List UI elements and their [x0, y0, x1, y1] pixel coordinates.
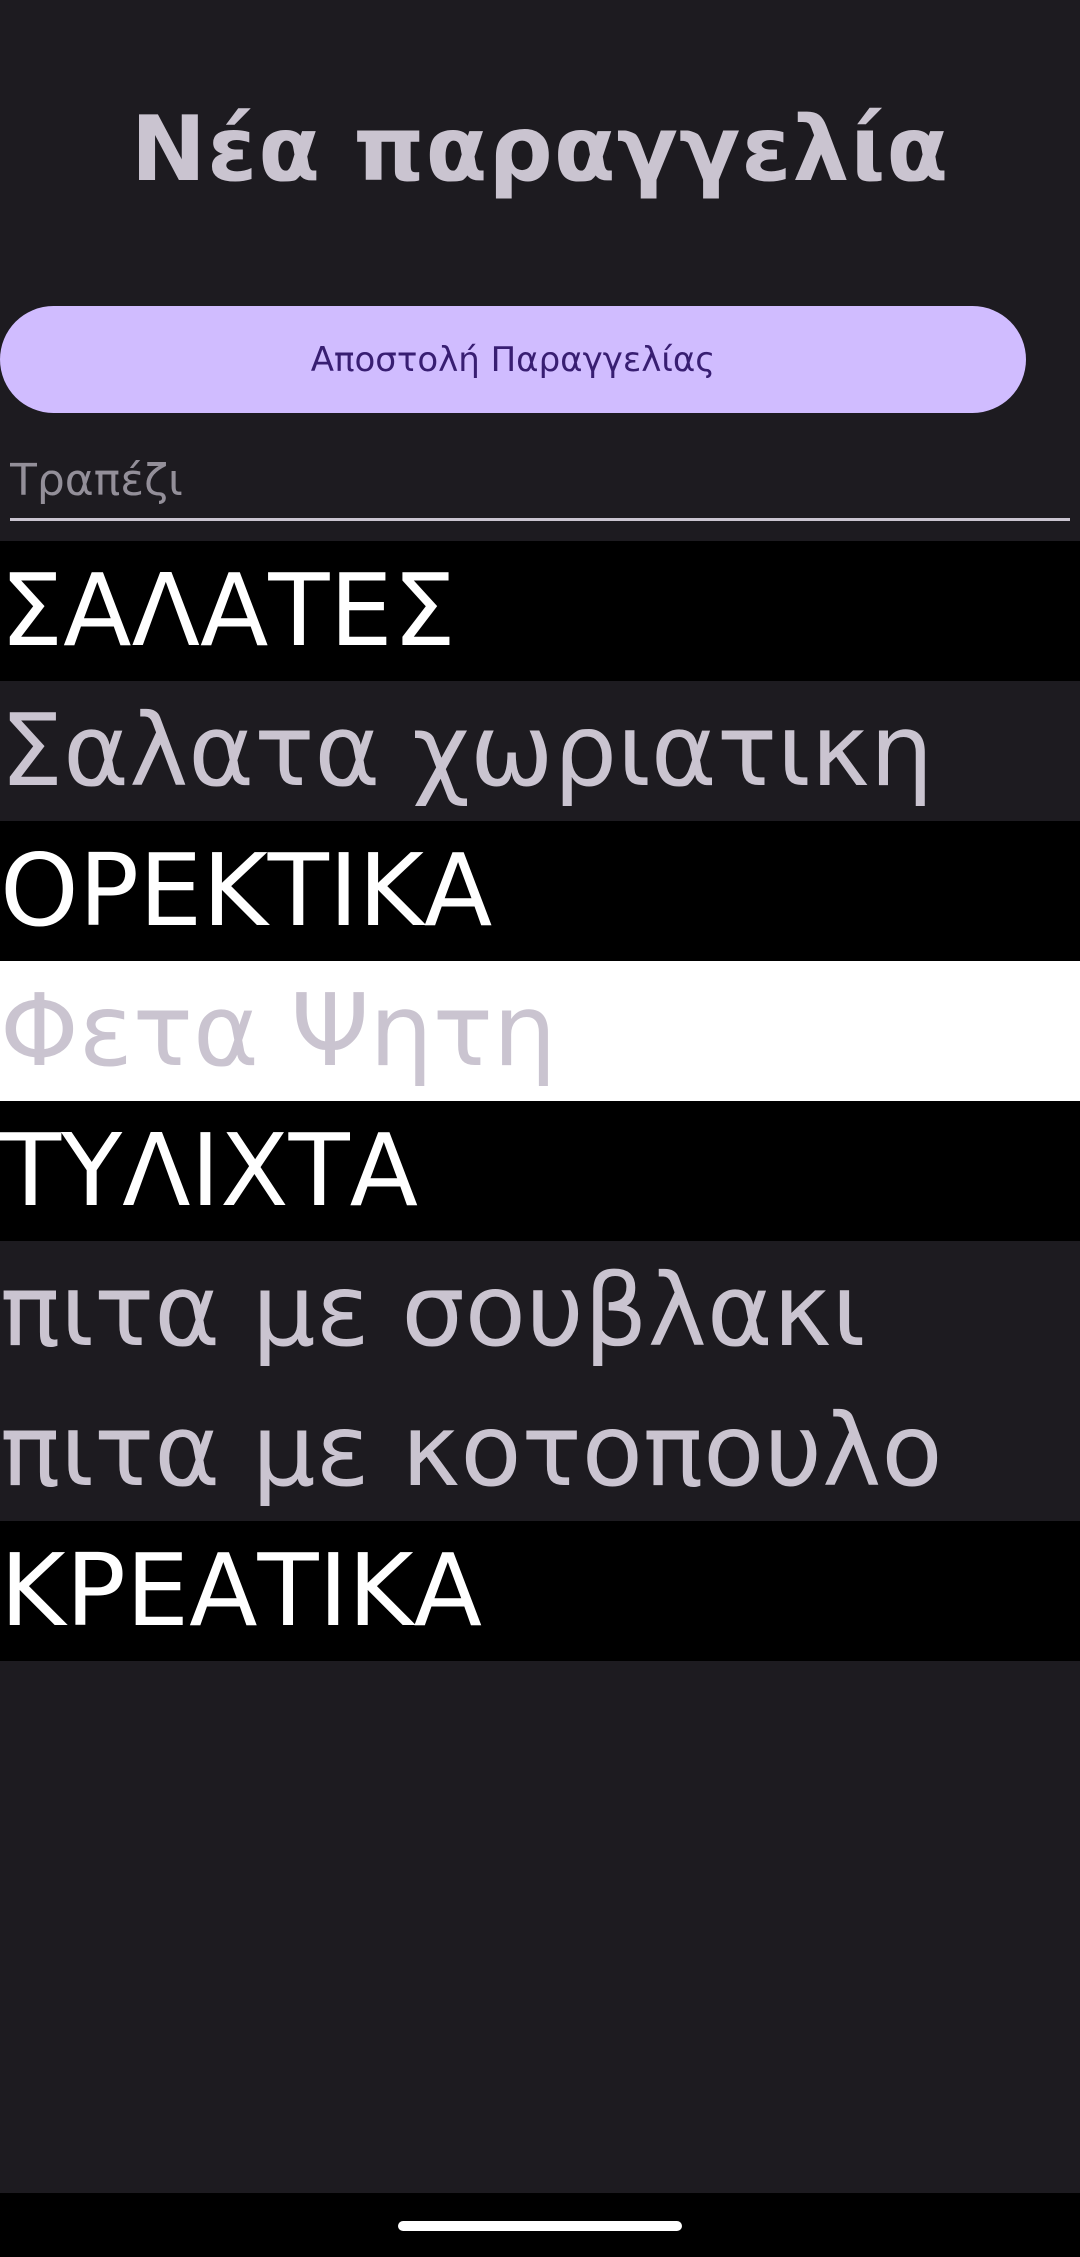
menu-item-greek-salad[interactable]: Σαλατα χωριατικη	[0, 681, 1080, 821]
category-header-wraps: ΤΥΛΙΧΤΑ	[0, 1101, 1080, 1241]
table-field	[10, 448, 1070, 521]
category-header-meats: ΚΡΕΑΤΙΚΑ	[0, 1521, 1080, 1661]
menu-item-grilled-feta[interactable]: Φετα Ψητη	[0, 961, 1080, 1101]
page-title: Νέα παραγγελία	[130, 97, 950, 202]
menu-item-pita-chicken[interactable]: πιτα με κοτοπουλο	[0, 1381, 1080, 1521]
category-header-appetizers: ΟΡΕΚΤΙΚΑ	[0, 821, 1080, 961]
table-input[interactable]	[10, 448, 1070, 512]
send-order-button[interactable]: Αποστολή Παραγγελίας	[0, 306, 1026, 413]
category-header-salads: ΣΑΛΑΤΕΣ	[0, 541, 1080, 681]
system-navigation-bar	[0, 2193, 1080, 2257]
home-gesture-handle[interactable]	[398, 2221, 682, 2231]
menu-list: ΣΑΛΑΤΕΣ Σαλατα χωριατικη ΟΡΕΚΤΙΚΑ Φετα Ψ…	[0, 541, 1080, 1661]
order-screen: Νέα παραγγελία Αποστολή Παραγγελίας ΣΑΛΑ…	[0, 0, 1080, 2257]
menu-item-pita-souvlaki[interactable]: πιτα με σουβλακι	[0, 1241, 1080, 1381]
